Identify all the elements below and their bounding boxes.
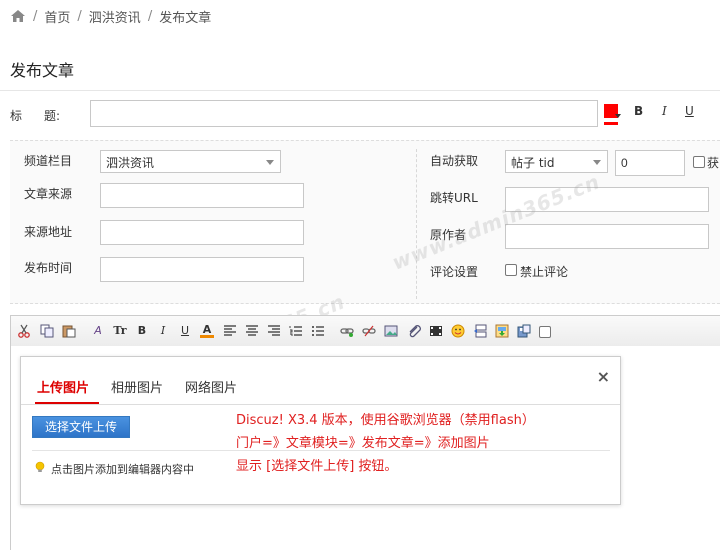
unlink-icon[interactable] <box>362 324 376 338</box>
breadcrumb-separator: / <box>147 8 153 24</box>
ordered-list-icon[interactable] <box>289 324 303 338</box>
channel-select[interactable]: 泗洪资讯 <box>100 150 281 173</box>
bold-button[interactable]: B <box>634 104 643 118</box>
breadcrumb-separator: / <box>77 8 82 24</box>
jump-url-label: 跳转URL <box>430 191 478 205</box>
page-break-icon[interactable] <box>473 324 487 338</box>
cut-icon[interactable] <box>17 324 31 338</box>
align-left-icon[interactable] <box>223 324 237 338</box>
home-icon[interactable] <box>10 9 26 23</box>
title-label: 标题: <box>10 109 61 123</box>
breadcrumb-channel[interactable]: 泗洪资讯 <box>89 7 141 26</box>
font-size-icon[interactable]: Tr <box>113 324 127 338</box>
save-draft-icon[interactable] <box>517 324 531 338</box>
underline-button[interactable]: U <box>685 104 694 118</box>
chevron-down-icon[interactable] <box>615 114 621 118</box>
italic-button[interactable]: I <box>662 104 667 118</box>
editor-toolbar: A Tr B I U A <box>10 315 720 346</box>
breadcrumb-separator: / <box>33 8 38 24</box>
video-icon[interactable] <box>429 324 443 338</box>
text-color-icon[interactable]: A <box>200 324 214 338</box>
copy-icon[interactable] <box>40 324 54 338</box>
auto-fetch-checkbox-label: 获 <box>707 156 720 170</box>
source-label: 文章来源 <box>24 187 73 201</box>
source-url-input[interactable] <box>100 220 304 245</box>
auto-fetch-label: 自动获取 <box>430 154 479 168</box>
article-meta-panel: 频道栏目 泗洪资讯 文章来源 来源地址 发布时间 自动获取 帖子 tid 获 跳… <box>10 140 720 304</box>
image-icon[interactable] <box>384 324 398 338</box>
italic-icon[interactable]: I <box>156 324 170 338</box>
source-input[interactable] <box>100 183 304 208</box>
disable-comment-checkbox[interactable] <box>505 264 517 276</box>
font-icon[interactable]: A <box>91 324 105 338</box>
tab-upload-image[interactable]: 上传图片 <box>37 377 89 396</box>
title-divider <box>0 90 720 91</box>
paste-icon[interactable] <box>62 324 76 338</box>
underline-icon[interactable]: U <box>178 324 192 338</box>
link-icon[interactable] <box>340 324 354 338</box>
annotation-line: Discuz! X3.4 版本，使用谷歌浏览器（禁用flash） <box>236 413 535 428</box>
tab-album-images[interactable]: 相册图片 <box>111 377 163 396</box>
breadcrumb-home[interactable]: 首页 <box>44 7 70 26</box>
attachment-icon[interactable] <box>407 324 421 338</box>
tab-web-images[interactable]: 网络图片 <box>185 377 237 396</box>
annotation-line: 门户=》文章模块=》发布文章=》添加图片 <box>236 436 490 451</box>
align-right-icon[interactable] <box>267 324 281 338</box>
lightbulb-icon <box>35 461 45 472</box>
disable-comment-label: 禁止评论 <box>520 265 569 279</box>
comment-settings-label: 评论设置 <box>430 265 479 279</box>
dialog-tab-divider <box>21 404 620 405</box>
publish-time-label: 发布时间 <box>24 261 73 275</box>
close-icon[interactable]: × <box>597 367 610 386</box>
title-input[interactable] <box>90 100 598 127</box>
unordered-list-icon[interactable] <box>311 324 325 338</box>
auto-fetch-checkbox[interactable] <box>693 156 705 168</box>
title-color-bar <box>604 122 618 125</box>
publish-time-input[interactable] <box>100 257 304 282</box>
auto-fetch-id-input[interactable] <box>615 150 685 176</box>
align-center-icon[interactable] <box>245 324 259 338</box>
chevron-down-icon <box>266 160 274 165</box>
html-mode-checkbox[interactable] <box>539 326 551 338</box>
page-title: 发布文章 <box>10 61 75 80</box>
insert-template-icon[interactable] <box>495 324 509 338</box>
upload-tip: 点击图片添加到编辑器内容中 <box>51 463 194 476</box>
breadcrumb-current: 发布文章 <box>159 10 212 26</box>
author-input[interactable] <box>505 224 709 249</box>
bold-icon[interactable]: B <box>135 324 149 338</box>
image-upload-dialog: 上传图片 相册图片 网络图片 × 选择文件上传 点击图片添加到编辑器内容中 Di… <box>20 356 621 505</box>
source-url-label: 来源地址 <box>24 225 73 239</box>
annotation-line: 显示 [选择文件上传] 按钮。 <box>236 459 398 474</box>
meta-divider <box>416 149 417 299</box>
breadcrumb: / 首页 / 泗洪资讯 / 发布文章 <box>10 6 211 26</box>
choose-file-upload-button[interactable]: 选择文件上传 <box>32 416 130 438</box>
chevron-down-icon <box>593 160 601 165</box>
smiley-icon[interactable] <box>451 324 465 338</box>
channel-label: 频道栏目 <box>24 154 73 168</box>
title-row: 标题: B I U <box>0 100 720 128</box>
